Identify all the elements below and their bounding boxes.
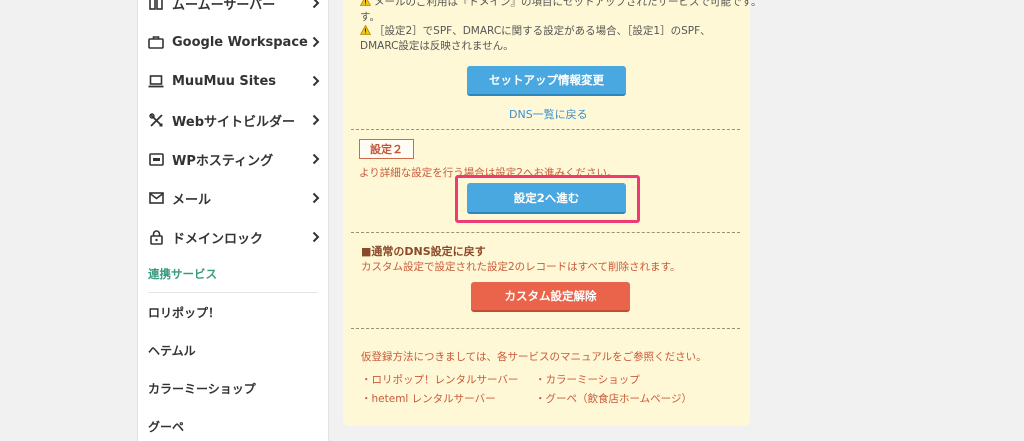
note-text: ［設定2］でSPF、DMARCに関する設定がある場合、［設定1］のSPF、 (374, 25, 711, 37)
sidebar-item-web-site-builder[interactable]: Webサイトビルダー (148, 109, 320, 131)
custom-setting-cancel-button[interactable]: カスタム設定解除 (471, 282, 630, 312)
sidebar-item-label: ドメインロック (172, 231, 264, 247)
chevron-right-icon (310, 0, 320, 10)
sidebar-item-label: Webサイトビルダー (172, 114, 295, 130)
link-lolipop-rental-server[interactable]: ・ロリポップ！レンタルサーバー (361, 372, 518, 387)
chevron-right-icon (310, 113, 320, 127)
sidebar-item-label: WPホスティング (172, 153, 274, 169)
laptop-icon (148, 73, 164, 89)
chevron-right-icon (310, 35, 320, 49)
chevron-right-icon (310, 191, 320, 205)
sidebar-item-muumuu-sites[interactable]: MuuMuu Sites (148, 70, 320, 92)
chevron-right-icon (310, 152, 320, 166)
service-item-heteml[interactable]: ヘテムル (148, 342, 196, 359)
go-to-setting2-button[interactable]: 設定2へ進む (467, 183, 626, 214)
revert-dns-heading: ■通常のDNS設定に戻す (361, 245, 486, 258)
note-text: す。 (360, 11, 380, 23)
warning-icon (359, 24, 372, 35)
service-item-lolipop[interactable]: ロリポップ！ (148, 304, 220, 321)
section-heading-linked-services: 連携サービス (148, 267, 217, 281)
link-goope[interactable]: ・グーペ（飲食店ホームページ） (535, 391, 692, 406)
service-item-goope[interactable]: グーペ (148, 418, 184, 435)
revert-dns-description: カスタム設定で設定された設定2のレコードはすべて削除されます。 (361, 261, 681, 273)
wp-icon (148, 151, 164, 167)
sidebar-item-label: Google Workspace (172, 34, 308, 50)
setting2-tag: 設定２ (359, 139, 414, 159)
manual-note: 仮登録方法につきましては、各サービスのマニュアルをご参照ください。 (361, 351, 707, 363)
note-line: メールのご利用は『ドメイン』の項目にセットアップされたサービスで可能です。 (359, 0, 762, 9)
briefcase-icon (148, 34, 164, 50)
link-colorme-shop[interactable]: ・カラーミーショップ (535, 372, 640, 387)
tools-icon (148, 112, 164, 128)
sidebar-item-wp-hosting[interactable]: WPホスティング (148, 148, 320, 170)
chevron-right-icon (310, 230, 320, 244)
link-heteml-rental-server[interactable]: ・heteml レンタルサーバー (361, 391, 496, 406)
note-line: ［設定2］でSPF、DMARCに関する設定がある場合、［設定1］のSPF、 (359, 23, 711, 38)
sidebar-item-label: MuuMuu Sites (172, 73, 277, 89)
dashed-divider (351, 129, 740, 130)
dns-list-back-link[interactable]: DNS一覧に戻る (509, 106, 588, 122)
sidebar-item-label: メール (172, 192, 212, 208)
sidebar-item-mail[interactable]: メール (148, 187, 320, 209)
mail-icon (148, 190, 164, 206)
dashed-divider (351, 232, 740, 233)
warning-icon (359, 0, 372, 6)
sidebar: ムームーサーバー Google Workspace MuuMuu Sites W… (137, 0, 329, 441)
lock-icon (148, 229, 164, 245)
divider (148, 292, 318, 293)
note-text: DMARC設定は反映されません。 (360, 40, 514, 52)
setup-info-change-button[interactable]: セットアップ情報変更 (467, 66, 626, 96)
sidebar-item-label: ムームーサーバー (172, 0, 276, 13)
dashed-divider (351, 328, 740, 329)
sidebar-item-muumuu-server[interactable]: ムームーサーバー (148, 0, 320, 14)
dns-settings-panel: メールのご利用は『ドメイン』の項目にセットアップされたサービスで可能です。 す。… (343, 0, 761, 426)
sidebar-item-domain-lock[interactable]: ドメインロック (148, 226, 320, 248)
note-text: メールのご利用は『ドメイン』の項目にセットアップされたサービスで可能です。 (374, 0, 762, 8)
server-icon (148, 0, 164, 11)
sidebar-item-google-workspace[interactable]: Google Workspace (148, 31, 320, 53)
service-item-colorme-shop[interactable]: カラーミーショップ (148, 380, 256, 397)
chevron-right-icon (310, 74, 320, 88)
